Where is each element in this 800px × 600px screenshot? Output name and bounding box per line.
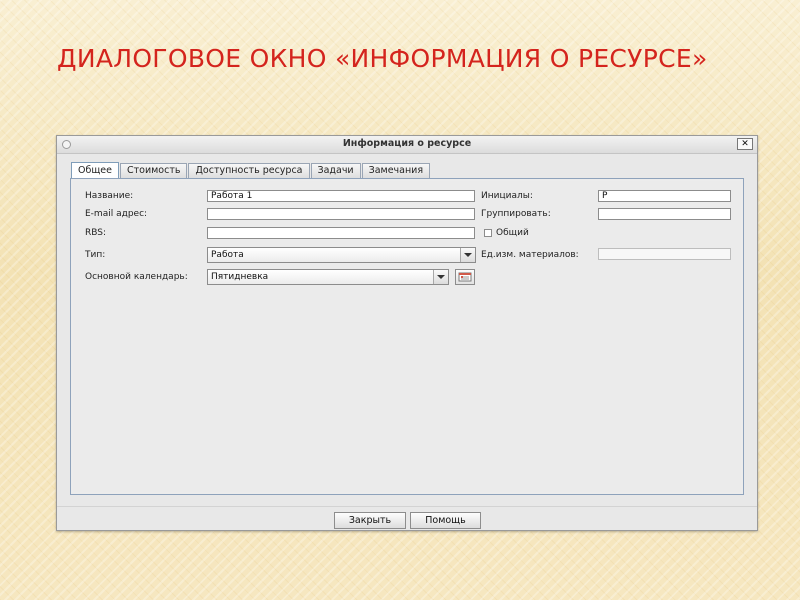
slide-title: ДИАЛОГОВОЕ ОКНО «ИНФОРМАЦИЯ О РЕСУРСЕ» <box>57 44 708 73</box>
general-tab-content: Название: Работа 1 E-mail адрес: RBS: Ти… <box>73 181 741 492</box>
tab-availability[interactable]: Доступность ресурса <box>188 163 310 178</box>
material-unit-input[interactable] <box>598 248 731 260</box>
group-label: Группировать: <box>481 209 551 219</box>
material-unit-label: Ед.изм. материалов: <box>481 250 579 260</box>
initials-label: Инициалы: <box>481 191 533 201</box>
calendar-select-value: Пятидневка <box>211 272 269 282</box>
dialog-titlebar[interactable]: Информация о ресурсе ✕ <box>57 136 757 154</box>
calendar-select[interactable]: Пятидневка <box>207 269 449 285</box>
resource-info-dialog: Информация о ресурсе ✕ Общее Стоимость Д… <box>56 135 758 531</box>
close-button[interactable]: Закрыть <box>334 512 406 529</box>
rbs-label: RBS: <box>85 228 107 238</box>
help-button[interactable]: Помощь <box>410 512 481 529</box>
group-input[interactable] <box>598 208 731 220</box>
calendar-label: Основной календарь: <box>85 272 188 282</box>
button-bar-divider <box>57 506 757 507</box>
type-label: Тип: <box>85 250 106 260</box>
shared-checkbox[interactable] <box>484 229 492 237</box>
rbs-input[interactable] <box>207 227 475 239</box>
tab-tasks[interactable]: Задачи <box>310 163 361 178</box>
calendar-edit-button[interactable] <box>455 269 475 285</box>
tab-cost[interactable]: Стоимость <box>119 163 188 178</box>
tab-notes[interactable]: Замечания <box>361 163 431 178</box>
shared-checkbox-label: Общий <box>496 228 529 238</box>
type-select-value: Работа <box>211 250 244 260</box>
email-label: E-mail адрес: <box>85 209 148 219</box>
calendar-icon <box>458 272 472 282</box>
dialog-title: Информация о ресурсе <box>342 138 472 149</box>
tab-bar: Общее Стоимость Доступность ресурса Зада… <box>71 162 431 178</box>
name-label: Название: <box>85 191 134 201</box>
email-input[interactable] <box>207 208 475 220</box>
chevron-down-icon[interactable] <box>460 248 475 262</box>
close-icon[interactable]: ✕ <box>737 138 753 150</box>
initials-input[interactable]: Р <box>598 190 731 202</box>
general-tab-panel: Название: Работа 1 E-mail адрес: RBS: Ти… <box>70 178 744 495</box>
chevron-down-icon[interactable] <box>433 270 448 284</box>
name-input[interactable]: Работа 1 <box>207 190 475 202</box>
tab-general[interactable]: Общее <box>71 162 119 178</box>
type-select[interactable]: Работа <box>207 247 476 263</box>
